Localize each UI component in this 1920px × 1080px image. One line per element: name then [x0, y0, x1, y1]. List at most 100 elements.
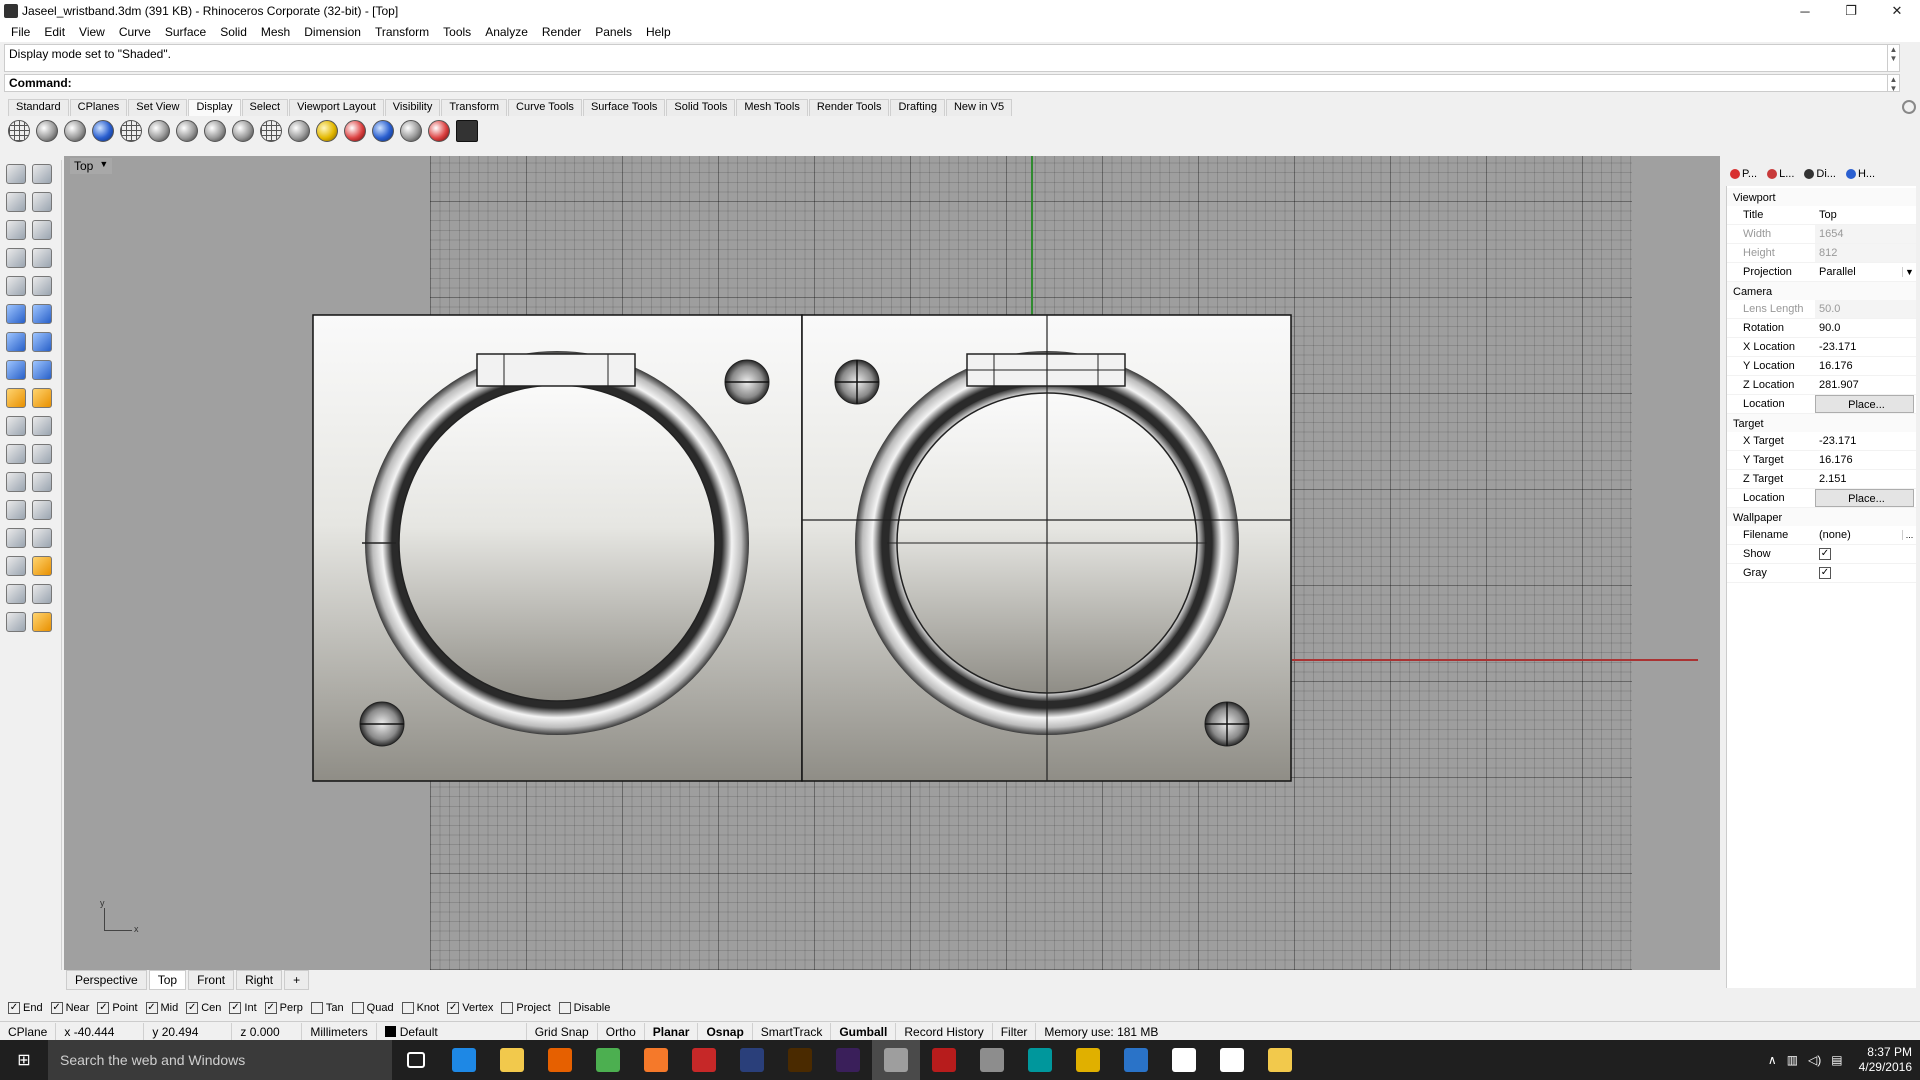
- toolbar-tab-select[interactable]: Select: [241, 99, 289, 116]
- taskbar-app-chrome[interactable]: [584, 1040, 632, 1080]
- taskbar-app-app-settings[interactable]: [1208, 1040, 1256, 1080]
- box-icon[interactable]: [6, 332, 26, 352]
- osnap-project[interactable]: Project: [501, 1002, 551, 1014]
- toolbar-tab-display[interactable]: Display: [188, 99, 241, 116]
- environment-map-icon[interactable]: [372, 120, 394, 142]
- osnap-vertex-checkbox[interactable]: ✓: [447, 1002, 460, 1014]
- toolbar-tab-drafting[interactable]: Drafting: [890, 99, 945, 116]
- z-target-field[interactable]: 2.151: [1815, 470, 1916, 488]
- taskbar-app-edge[interactable]: [440, 1040, 488, 1080]
- smarttrack-toggle[interactable]: SmartTrack: [753, 1022, 832, 1041]
- panel-tab-layers[interactable]: L...: [1763, 166, 1798, 182]
- render-preview-icon[interactable]: [316, 120, 338, 142]
- taskbar-app-arduino[interactable]: [1016, 1040, 1064, 1080]
- taskbar-app-firefox[interactable]: [536, 1040, 584, 1080]
- pen-viewport-icon[interactable]: [204, 120, 226, 142]
- artistic-viewport-icon[interactable]: [176, 120, 198, 142]
- menu-item-mesh[interactable]: Mesh: [254, 25, 297, 39]
- osnap-perp-checkbox[interactable]: ✓: [264, 1002, 277, 1014]
- osnap-quad[interactable]: Quad: [351, 1002, 394, 1014]
- draft-angle-icon[interactable]: [400, 120, 422, 142]
- history-scrollbar[interactable]: ▲ ▼: [1887, 45, 1899, 71]
- toolbar-options-gear-icon[interactable]: [1902, 100, 1916, 114]
- grid-snap-toggle[interactable]: Grid Snap: [527, 1022, 598, 1041]
- osnap-int-checkbox[interactable]: ✓: [229, 1002, 242, 1014]
- osnap-cen-checkbox[interactable]: ✓: [186, 1002, 199, 1014]
- menu-item-transform[interactable]: Transform: [368, 25, 436, 39]
- curve-control-points-icon[interactable]: [32, 192, 52, 212]
- toolbar-tab-new-in-v5[interactable]: New in V5: [945, 99, 1013, 116]
- z-location-field[interactable]: 281.907: [1815, 376, 1916, 394]
- toolbar-tab-render-tools[interactable]: Render Tools: [808, 99, 890, 116]
- group-icon[interactable]: [6, 444, 26, 464]
- mirror-icon[interactable]: [32, 528, 52, 548]
- osnap-quad-checkbox[interactable]: [351, 1002, 364, 1014]
- mesh-plane-icon[interactable]: [32, 360, 52, 380]
- taskbar-app-blender[interactable]: [632, 1040, 680, 1080]
- osnap-near-checkbox[interactable]: ✓: [50, 1002, 63, 1014]
- shade-icon[interactable]: [288, 120, 310, 142]
- osnap-disable-checkbox[interactable]: [558, 1002, 571, 1014]
- viewport-title-label[interactable]: Top ▼: [70, 158, 113, 174]
- circle-center-icon[interactable]: [6, 276, 26, 296]
- top-viewport[interactable]: Top ▼ y x: [64, 156, 1720, 970]
- panel-tab-properties[interactable]: P...: [1726, 166, 1761, 182]
- check-icon[interactable]: [32, 584, 52, 604]
- units-indicator[interactable]: Millimeters: [302, 1022, 377, 1041]
- wireframe-viewport-icon[interactable]: [8, 120, 30, 142]
- taskbar-app-app-doc[interactable]: [1256, 1040, 1304, 1080]
- wristband-mold-model[interactable]: [312, 314, 1292, 782]
- gumball-toggle[interactable]: Gumball: [831, 1022, 897, 1041]
- taskbar-app-premiere[interactable]: [824, 1040, 872, 1080]
- menu-item-panels[interactable]: Panels: [588, 25, 639, 39]
- filter-toggle[interactable]: Filter: [993, 1022, 1037, 1041]
- action-center-icon[interactable]: ▤: [1831, 1053, 1842, 1067]
- osnap-disable[interactable]: Disable: [558, 1002, 610, 1014]
- xray-viewport-icon[interactable]: [120, 120, 142, 142]
- menu-item-tools[interactable]: Tools: [436, 25, 478, 39]
- menu-item-curve[interactable]: Curve: [112, 25, 158, 39]
- cplane-indicator[interactable]: CPlane: [0, 1022, 57, 1041]
- osnap-knot[interactable]: Knot: [401, 1002, 439, 1014]
- render-icon[interactable]: [32, 388, 52, 408]
- y-location-field[interactable]: 16.176: [1815, 357, 1916, 375]
- rendered-viewport-icon[interactable]: [64, 120, 86, 142]
- toolbar-tab-solid-tools[interactable]: Solid Tools: [666, 99, 736, 116]
- taskbar-app-eagle[interactable]: [680, 1040, 728, 1080]
- menu-item-edit[interactable]: Edit: [37, 25, 72, 39]
- polygon-icon[interactable]: [6, 248, 26, 268]
- hatch-icon[interactable]: [32, 416, 52, 436]
- display-options-monitor-icon[interactable]: [456, 120, 478, 142]
- taskbar-clock[interactable]: 8:37 PM 4/29/2016: [1859, 1045, 1912, 1075]
- taskbar-app-photos[interactable]: [1160, 1040, 1208, 1080]
- title-field[interactable]: Top: [1815, 206, 1916, 224]
- volume-icon[interactable]: ◁): [1808, 1053, 1821, 1067]
- rotation-field[interactable]: 90.0: [1815, 319, 1916, 337]
- osnap-toggle[interactable]: Osnap: [698, 1022, 753, 1041]
- technical-viewport-icon[interactable]: [148, 120, 170, 142]
- osnap-tan[interactable]: Tan: [310, 1002, 344, 1014]
- taskbar-app-task-view[interactable]: [392, 1040, 440, 1080]
- select-arrow-icon[interactable]: [6, 164, 26, 184]
- toolbar-tab-visibility[interactable]: Visibility: [384, 99, 441, 116]
- toolbar-tab-mesh-tools[interactable]: Mesh Tools: [736, 99, 808, 116]
- menu-item-solid[interactable]: Solid: [213, 25, 254, 39]
- analyze-icon[interactable]: [6, 584, 26, 604]
- taskbar-app-app-yellow[interactable]: [1064, 1040, 1112, 1080]
- osnap-mid[interactable]: ✓ Mid: [145, 1002, 178, 1014]
- taskbar-app-illustrator[interactable]: [776, 1040, 824, 1080]
- toolbar-tab-standard[interactable]: Standard: [8, 99, 69, 116]
- boolean-union-icon[interactable]: [32, 332, 52, 352]
- fillet-icon[interactable]: [6, 472, 26, 492]
- show-checkbox[interactable]: ✓: [1819, 548, 1831, 561]
- menu-item-view[interactable]: View: [72, 25, 112, 39]
- planar-toggle[interactable]: Planar: [645, 1022, 699, 1041]
- array-icon[interactable]: [6, 528, 26, 548]
- menu-item-analyze[interactable]: Analyze: [478, 25, 535, 39]
- point-icon[interactable]: [32, 164, 52, 184]
- block-icon[interactable]: [32, 556, 52, 576]
- panel-tab-help[interactable]: H...: [1842, 166, 1879, 182]
- lock-icon[interactable]: [32, 612, 52, 632]
- taskbar-search-box[interactable]: Search the web and Windows: [48, 1040, 392, 1080]
- filename-field[interactable]: (none): [1815, 526, 1902, 544]
